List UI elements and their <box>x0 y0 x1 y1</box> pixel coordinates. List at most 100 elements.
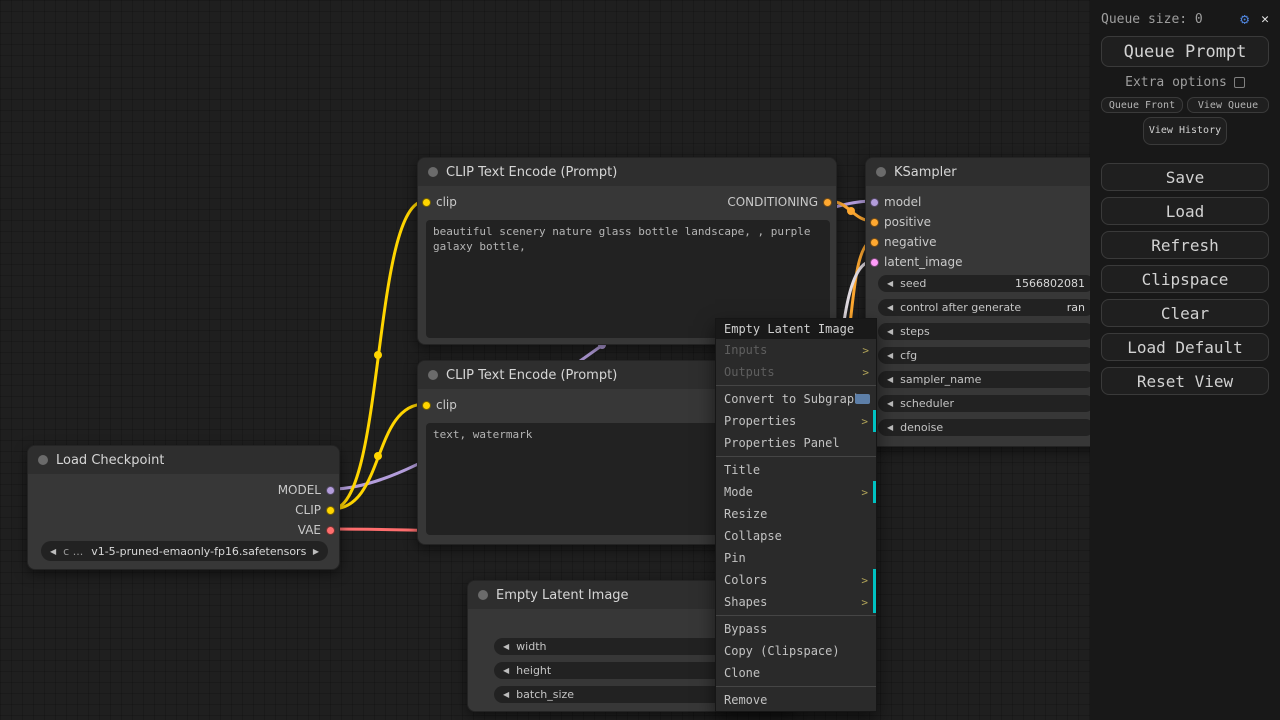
widget-label: width <box>516 640 547 653</box>
widget-label: denoise <box>900 421 944 434</box>
menu-item-properties-panel[interactable]: Properties Panel <box>716 432 876 454</box>
cfg-widget[interactable]: ◀ cfg <box>878 347 1094 364</box>
prev-value-icon[interactable]: ◀ <box>887 327 893 336</box>
widget-label: sampler_name <box>900 373 982 386</box>
input-label-model: model <box>884 195 922 209</box>
node-title: CLIP Text Encode (Prompt) <box>446 164 618 180</box>
menu-item-clone[interactable]: Clone <box>716 662 876 684</box>
menu-item-properties[interactable]: Properties > <box>716 410 876 432</box>
menu-item-mode[interactable]: Mode > <box>716 481 876 503</box>
sampler-name-widget[interactable]: ◀ sampler_name <box>878 371 1094 388</box>
prev-value-icon[interactable]: ◀ <box>887 351 893 360</box>
node-load-checkpoint[interactable]: Load Checkpoint MODEL CLIP VAE ◀ c ... v… <box>27 445 340 570</box>
clipspace-button[interactable]: Clipspace <box>1101 265 1269 293</box>
prev-value-icon[interactable]: ◀ <box>503 642 509 651</box>
node-header[interactable]: Load Checkpoint <box>28 446 339 474</box>
save-button[interactable]: Save <box>1101 163 1269 191</box>
queue-front-button[interactable]: Queue Front <box>1101 97 1183 113</box>
collapse-dot-icon[interactable] <box>38 455 48 465</box>
scheduler-widget[interactable]: ◀ scheduler <box>878 395 1094 412</box>
prev-value-icon[interactable]: ◀ <box>887 303 893 312</box>
node-header[interactable]: KSampler <box>866 158 1104 186</box>
close-icon[interactable]: ✕ <box>1261 12 1269 27</box>
collapse-dot-icon[interactable] <box>428 167 438 177</box>
output-slot-conditioning[interactable] <box>823 198 832 207</box>
reset-view-button[interactable]: Reset View <box>1101 367 1269 395</box>
control-after-generate-widget[interactable]: ◀ control after generate ran <box>878 299 1094 316</box>
graph-canvas[interactable]: Load Checkpoint MODEL CLIP VAE ◀ c ... v… <box>0 0 1280 720</box>
input-slot-clip[interactable] <box>422 198 431 207</box>
menu-item-resize[interactable]: Resize <box>716 503 876 525</box>
output-slot-vae[interactable] <box>326 526 335 535</box>
ckpt-name-widget[interactable]: ◀ c ... v1-5-pruned-emaonly-fp16.safeten… <box>41 541 328 561</box>
collapse-dot-icon[interactable] <box>876 167 886 177</box>
prev-value-icon[interactable]: ◀ <box>887 279 893 288</box>
prev-value-icon[interactable]: ◀ <box>503 690 509 699</box>
load-button[interactable]: Load <box>1101 197 1269 225</box>
input-label-clip: clip <box>436 195 457 209</box>
prev-value-icon[interactable]: ◀ <box>887 423 893 432</box>
node-header[interactable]: CLIP Text Encode (Prompt) <box>418 158 836 186</box>
node-title: KSampler <box>894 164 957 180</box>
output-label-clip: CLIP <box>295 503 321 517</box>
widget-label: steps <box>900 325 930 338</box>
widget-label: control after generate <box>900 301 1022 314</box>
menu-item-pin[interactable]: Pin <box>716 547 876 569</box>
menu-item-shapes[interactable]: Shapes > <box>716 591 876 613</box>
collapse-dot-icon[interactable] <box>478 590 488 600</box>
input-slot-clip[interactable] <box>422 401 431 410</box>
output-label-model: MODEL <box>277 483 321 497</box>
prev-value-icon[interactable]: ◀ <box>503 666 509 675</box>
menu-item-title[interactable]: Title <box>716 459 876 481</box>
node-ksampler[interactable]: KSampler model positive negative latent_… <box>865 157 1105 447</box>
next-value-icon[interactable]: ▶ <box>313 547 319 556</box>
menu-item-convert-to-subgraph[interactable]: Convert to Subgraph <box>716 388 876 410</box>
submenu-arrow-icon: > <box>861 573 868 587</box>
node-context-menu: Empty Latent Image Inputs > Outputs > Co… <box>715 318 877 712</box>
input-label-positive: positive <box>884 215 932 229</box>
ckpt-widget-value: v1-5-pruned-emaonly-fp16.safetensors <box>91 544 307 558</box>
prev-value-icon[interactable]: ◀ <box>887 399 893 408</box>
collapse-dot-icon[interactable] <box>428 370 438 380</box>
context-menu-title: Empty Latent Image <box>716 319 876 339</box>
extra-options-checkbox[interactable] <box>1233 76 1245 88</box>
node-title: CLIP Text Encode (Prompt) <box>446 367 618 383</box>
menu-item-copy-clipspace[interactable]: Copy (Clipspace) <box>716 640 876 662</box>
input-slot-negative[interactable] <box>870 238 879 247</box>
submenu-arrow-icon: > <box>862 343 869 357</box>
menu-item-colors[interactable]: Colors > <box>716 569 876 591</box>
widget-label: height <box>516 664 552 677</box>
menu-item-remove[interactable]: Remove <box>716 689 876 711</box>
subgraph-badge-icon <box>855 394 870 404</box>
queue-size-label: Queue size: 0 <box>1101 11 1203 27</box>
menu-item-bypass[interactable]: Bypass <box>716 618 876 640</box>
submenu-arrow-icon: > <box>862 365 869 379</box>
submenu-arrow-icon: > <box>861 595 868 609</box>
prev-value-icon[interactable]: ◀ <box>887 375 893 384</box>
view-history-button[interactable]: View History <box>1143 117 1227 145</box>
view-queue-button[interactable]: View Queue <box>1187 97 1269 113</box>
seed-widget[interactable]: ◀ seed 1566802081 <box>878 275 1094 292</box>
menu-item-outputs: Outputs > <box>724 365 869 379</box>
wire-dot <box>847 207 855 215</box>
steps-widget[interactable]: ◀ steps <box>878 323 1094 340</box>
widget-label: seed <box>900 277 927 290</box>
input-slot-positive[interactable] <box>870 218 879 227</box>
widget-label: cfg <box>900 349 918 362</box>
node-clip-text-encode-1[interactable]: CLIP Text Encode (Prompt) clip CONDITION… <box>417 157 837 345</box>
settings-gear-icon[interactable]: ⚙ <box>1240 10 1249 28</box>
input-slot-latent-image[interactable] <box>870 258 879 267</box>
output-slot-clip[interactable] <box>326 506 335 515</box>
prev-value-icon[interactable]: ◀ <box>50 547 56 556</box>
widget-value: 1566802081 <box>1015 277 1085 290</box>
input-slot-model[interactable] <box>870 198 879 207</box>
queue-prompt-button[interactable]: Queue Prompt <box>1101 36 1269 67</box>
refresh-button[interactable]: Refresh <box>1101 231 1269 259</box>
load-default-button[interactable]: Load Default <box>1101 333 1269 361</box>
output-slot-model[interactable] <box>326 486 335 495</box>
widget-value: ran <box>1066 301 1085 314</box>
clear-button[interactable]: Clear <box>1101 299 1269 327</box>
denoise-widget[interactable]: ◀ denoise <box>878 419 1094 436</box>
menu-item-collapse[interactable]: Collapse <box>716 525 876 547</box>
output-label-vae: VAE <box>297 523 321 537</box>
